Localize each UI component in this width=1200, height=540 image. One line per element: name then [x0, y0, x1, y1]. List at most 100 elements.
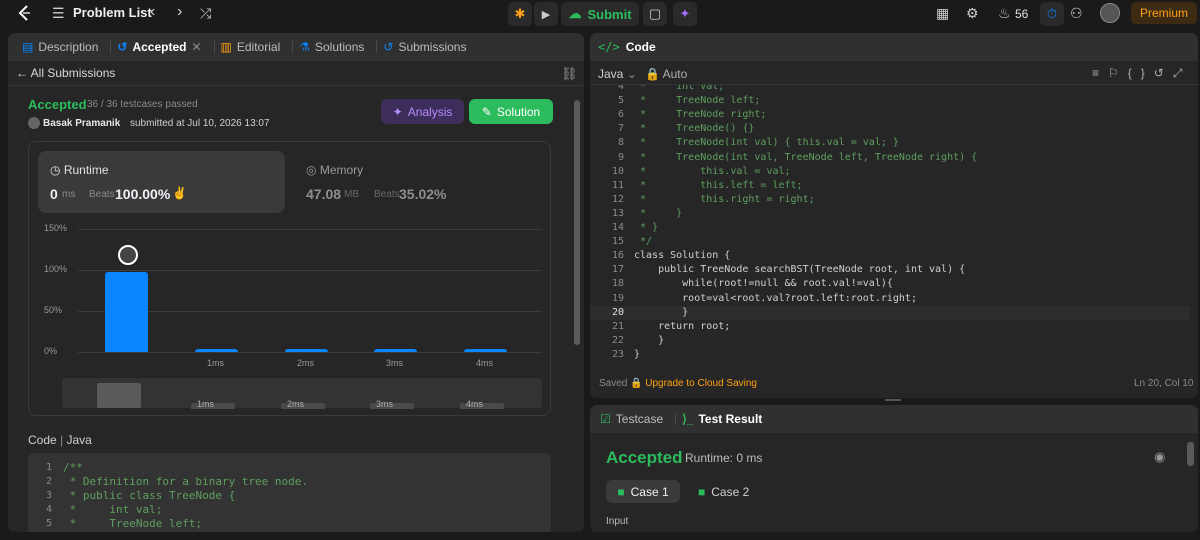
left-scrollbar[interactable]	[573, 88, 581, 532]
line-number: 22	[611, 334, 624, 346]
code-line: * this.val = val;	[634, 165, 791, 177]
shuffle-icon[interactable]: ⤮	[200, 5, 211, 22]
line-number: 2	[45, 476, 52, 487]
format-icon[interactable]: ≡	[1092, 66, 1108, 80]
cloud-upload-icon: ☁	[568, 6, 582, 21]
lock-icon: 🔒	[630, 378, 643, 389]
line-number: 14	[611, 222, 624, 233]
check-icon: ■	[617, 484, 625, 499]
braces-icon[interactable]: {}	[1128, 66, 1154, 80]
code-line: /**	[63, 461, 83, 474]
editor-toolbar: ≡⚐{}↺⤢	[1092, 66, 1191, 81]
scrollbar-thumb[interactable]	[1187, 442, 1194, 466]
chart-bar[interactable]	[195, 349, 238, 352]
code-editor[interactable]: 4 * int val; 5 * TreeNode left; 6 * TreeNo…	[590, 85, 1190, 365]
submit-button[interactable]: ☁ Submit	[561, 2, 639, 26]
code-line: * TreeNode left;	[63, 517, 203, 530]
code-line: * TreeNode() {}	[634, 123, 755, 135]
scrollbar-thumb[interactable]	[574, 100, 580, 345]
test-tabs: ☑ Testcase ⟩_ Test Result	[590, 405, 1198, 433]
code-line: class Solution {	[634, 250, 731, 262]
code-line: * int val;	[63, 503, 163, 516]
chart-bar[interactable]	[285, 349, 328, 352]
ai-sparkle-icon[interactable]: ✦	[673, 2, 697, 26]
settings-gear-icon[interactable]: ⚙	[966, 5, 979, 22]
line-number: 4	[45, 504, 52, 515]
notes-icon[interactable]: ▢	[643, 2, 667, 26]
line-number: 8	[617, 137, 624, 149]
tab-test-result[interactable]: ⟩_ Test Result	[682, 412, 762, 426]
upgrade-link[interactable]: 🔒 Upgrade to Cloud Saving	[630, 378, 757, 389]
code-line: * TreeNode(int val) { this.val = val; }	[634, 137, 899, 149]
expand-icon[interactable]: ⤢	[1173, 66, 1192, 80]
lock-icon: 🔒	[645, 67, 660, 81]
chart-bar[interactable]	[374, 349, 417, 352]
code-lang: Java	[66, 433, 92, 447]
next-problem-icon[interactable]: ›	[177, 3, 182, 21]
code-line: * this.left = left;	[634, 179, 803, 191]
auto-mode[interactable]: 🔒 Auto	[645, 67, 687, 81]
reset-icon[interactable]: ↺	[1154, 66, 1173, 80]
editor-title: Code	[625, 40, 656, 54]
checkbox-icon: ☑	[600, 412, 611, 426]
resize-handle[interactable]	[885, 399, 901, 401]
prev-problem-icon[interactable]: ‹	[150, 3, 155, 21]
tab-label: Test Result	[698, 412, 763, 426]
x-tick-label: 2ms	[297, 358, 315, 368]
debug-icon[interactable]: ✱	[508, 2, 532, 26]
add-friend-icon[interactable]: ⚇	[1070, 5, 1083, 22]
line-number: 19	[611, 292, 624, 304]
code-line: * TreeNode left;	[634, 95, 761, 107]
code-title-text: Code	[28, 433, 57, 447]
line-number: 23	[611, 348, 624, 360]
gridline	[78, 229, 542, 230]
code-line: * public class TreeNode {	[63, 489, 236, 502]
streak-count[interactable]: 56	[1015, 7, 1028, 21]
eye-icon[interactable]: ◉	[1154, 449, 1165, 465]
leetcode-logo[interactable]	[16, 4, 34, 22]
mini-tick-label: 1ms	[197, 399, 215, 409]
premium-button[interactable]: Premium	[1131, 2, 1197, 24]
line-number: 16	[611, 250, 624, 262]
code-line: * }	[634, 207, 683, 219]
line-number: 13	[611, 207, 624, 219]
tab-testcase[interactable]: ☑ Testcase	[600, 412, 663, 426]
timer-icon[interactable]: ⏱	[1040, 2, 1064, 26]
line-number: 7	[617, 123, 624, 135]
case-2-button[interactable]: ■ Case 2	[698, 485, 749, 499]
language-selector[interactable]: Java ⌄	[598, 67, 637, 81]
case-1-button[interactable]: ■ Case 1	[606, 480, 680, 503]
code-line: return root;	[634, 320, 731, 332]
layout-icon[interactable]: ▦	[936, 5, 949, 22]
chart-bar[interactable]	[464, 349, 507, 352]
code-line: public TreeNode searchBST(TreeNode root,…	[634, 264, 966, 276]
line-number: 18	[611, 278, 624, 290]
line-number: 20	[611, 306, 624, 318]
chart-bar[interactable]	[105, 272, 148, 352]
line-number: 3	[45, 490, 52, 501]
line-number: 21	[611, 320, 624, 332]
code-line: root=val<root.val?root.left:root.right;	[634, 292, 917, 304]
avatar[interactable]	[1100, 3, 1120, 23]
gridline	[78, 270, 542, 271]
code-line: * Definition for a binary tree node.	[63, 475, 309, 488]
range-slider-handle[interactable]	[97, 383, 141, 408]
streak-flame-icon: ♨	[998, 5, 1011, 21]
case-label: Case 2	[711, 485, 750, 499]
mini-tick-label: 3ms	[376, 399, 394, 409]
list-icon[interactable]: ☰	[52, 5, 65, 22]
y-tick-label: 100%	[44, 264, 68, 274]
code-line: }	[634, 334, 665, 346]
line-number: 4	[617, 85, 624, 92]
y-tick-label: 0%	[44, 346, 58, 356]
run-button[interactable]: ▶	[534, 2, 558, 26]
problem-list-button[interactable]: Problem List	[73, 5, 152, 20]
submitted-code-block: 1 /** 2 * Definition for a binary tree nod…	[28, 453, 551, 532]
bookmark-icon[interactable]: ⚐	[1108, 66, 1128, 80]
line-number: 17	[611, 264, 624, 276]
line-number: 6	[617, 109, 624, 121]
line-number: 11	[611, 179, 624, 191]
line-number: 10	[611, 165, 624, 177]
case-label: Case 1	[630, 484, 669, 499]
y-tick-label: 150%	[44, 223, 68, 233]
